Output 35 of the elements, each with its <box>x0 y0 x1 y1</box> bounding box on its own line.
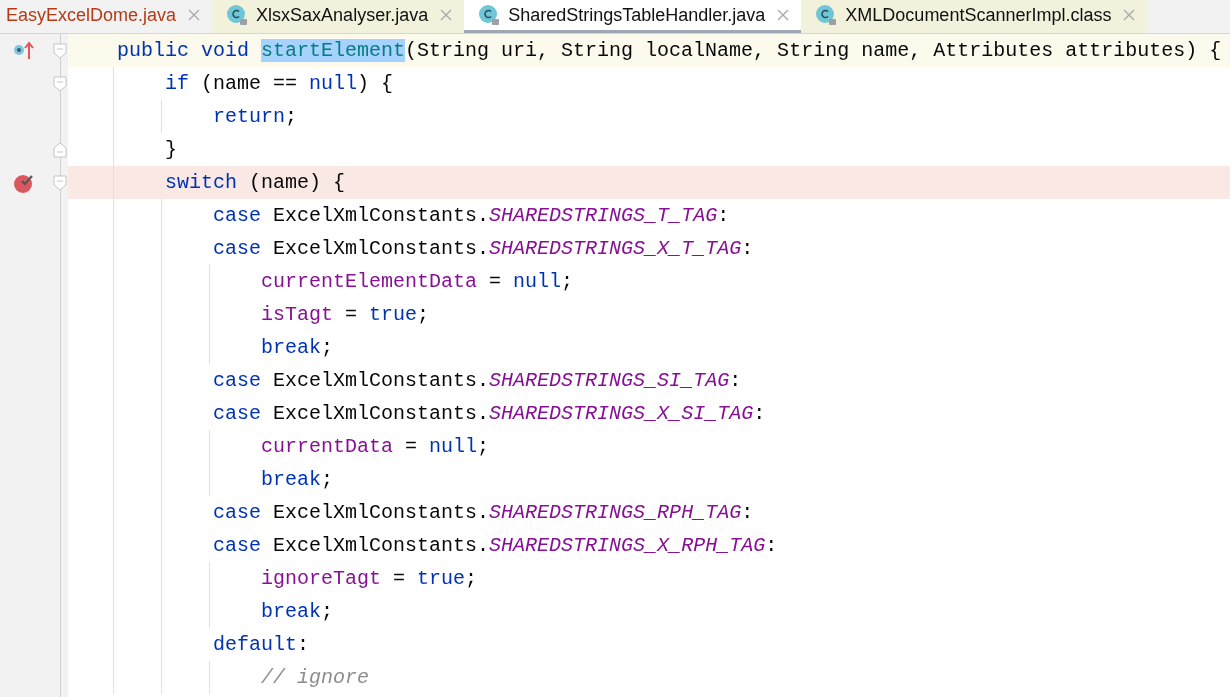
code-line: case ExcelXmlConstants.SHAREDSTRINGS_T_TAG: <box>212 203 730 229</box>
file-tab[interactable]: XlsxSaxAnalyser.java <box>212 0 465 33</box>
code-line: if (name == null) { <box>164 71 394 97</box>
code-line: isTagt = true; <box>260 302 430 328</box>
code-line: // ignore <box>260 665 370 691</box>
fold-marker-icon[interactable] <box>53 174 67 191</box>
code-line: case ExcelXmlConstants.SHAREDSTRINGS_SI_TAG: <box>212 368 742 394</box>
code-line: currentData = null; <box>260 434 490 460</box>
file-tab[interactable]: XMLDocumentScannerImpl.class <box>801 0 1148 33</box>
fold-marker-icon[interactable] <box>53 141 67 158</box>
code-line: break; <box>260 335 334 361</box>
override-icon[interactable] <box>13 40 35 61</box>
code-line: } <box>164 137 178 163</box>
file-tab[interactable]: SharedStringsTableHandler.java <box>464 0 802 33</box>
close-icon[interactable] <box>777 9 790 21</box>
close-icon[interactable] <box>440 9 453 21</box>
code-line: case ExcelXmlConstants.SHAREDSTRINGS_X_RPH_TAG: <box>212 533 778 559</box>
code-line: default: <box>212 632 310 658</box>
code-line: return; <box>212 104 298 130</box>
code-line: currentElementData = null; <box>260 269 574 295</box>
code-line: switch (name) { <box>164 170 346 196</box>
fold-marker-icon[interactable] <box>53 42 67 59</box>
close-icon[interactable] <box>1123 9 1136 21</box>
class-icon <box>226 4 249 26</box>
code-line: ignoreTagt = true; <box>260 566 478 592</box>
code-line: case ExcelXmlConstants.SHAREDSTRINGS_X_T_TAG: <box>212 236 754 262</box>
code-line: case ExcelXmlConstants.SHAREDSTRINGS_X_SI_TAG: <box>212 401 766 427</box>
code-line: break; <box>260 599 334 625</box>
code-line: public void startElement(String uri, String localName, String name, Attributes attributes) { <box>116 38 1222 64</box>
class-icon <box>478 4 501 26</box>
fold-marker-icon[interactable] <box>53 75 67 92</box>
code-line: break; <box>260 467 334 493</box>
code-line: case ExcelXmlConstants.SHAREDSTRINGS_RPH_TAG: <box>212 500 754 526</box>
class-icon <box>815 4 838 26</box>
close-icon[interactable] <box>188 9 201 21</box>
